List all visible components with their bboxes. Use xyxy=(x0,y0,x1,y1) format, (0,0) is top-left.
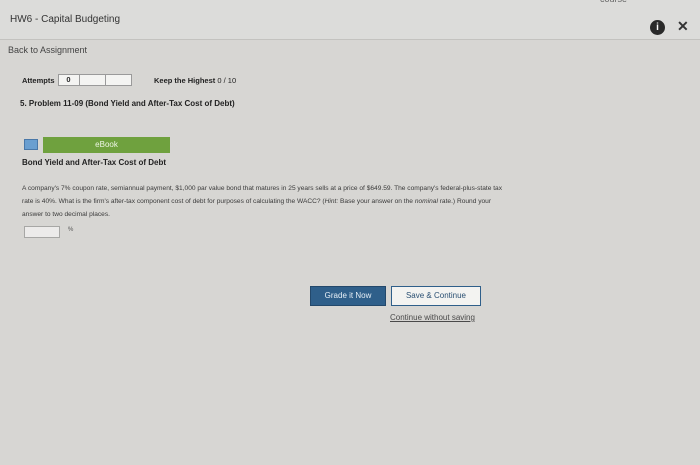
attempt-box-3 xyxy=(105,74,132,86)
attempts-label: Attempts xyxy=(22,75,55,85)
section-heading: Bond Yield and After-Tax Cost of Debt xyxy=(22,158,167,167)
ebook-icon xyxy=(24,139,38,150)
q2-part-c: rate.) Round your xyxy=(437,198,492,205)
save-and-continue-button[interactable]: Save & Continue xyxy=(391,286,481,306)
answer-input[interactable] xyxy=(24,226,60,238)
question-line-3: answer to two decimal places. xyxy=(22,211,110,218)
q2-nominal: nominal xyxy=(414,198,438,205)
close-icon[interactable]: ✕ xyxy=(677,18,689,35)
ebook-button[interactable]: eBook xyxy=(43,137,170,153)
question-line-2: rate is 40%. What is the firm's after-ta… xyxy=(22,195,692,208)
back-to-assignment-link[interactable]: Back to Assignment xyxy=(8,45,87,55)
attempts-count: 0 xyxy=(57,74,80,86)
keep-highest-value: 0 / 10 xyxy=(217,76,237,85)
attempt-box-2 xyxy=(79,74,106,86)
info-circle-icon[interactable]: i xyxy=(650,20,665,35)
cropped-top-text: course xyxy=(600,0,627,4)
keep-highest-label: Keep the Highest xyxy=(154,76,216,85)
question-line-1: A company's 7% coupon rate, semiannual p… xyxy=(22,185,502,192)
continue-without-saving-link[interactable]: Continue without saving xyxy=(390,313,475,322)
q2-part-a: rate is 40%. What is the firm's after-ta… xyxy=(22,198,325,205)
question-text: A company's 7% coupon rate, semiannual p… xyxy=(22,182,692,221)
problem-title: 5. Problem 11-09 (Bond Yield and After-T… xyxy=(20,99,235,108)
grade-it-now-button[interactable]: Grade it Now xyxy=(310,286,386,306)
title-bar: course HW6 - Capital Budgeting i ✕ xyxy=(0,0,700,40)
keep-highest: Keep the Highest 0 / 10 xyxy=(154,76,236,85)
percent-unit: % xyxy=(68,227,74,233)
q2-hint: Hint: xyxy=(324,198,339,205)
attempts-row: Attempts 0 xyxy=(22,73,132,87)
q2-part-b: Base your answer on the xyxy=(338,198,415,205)
assignment-title: HW6 - Capital Budgeting xyxy=(10,14,121,25)
